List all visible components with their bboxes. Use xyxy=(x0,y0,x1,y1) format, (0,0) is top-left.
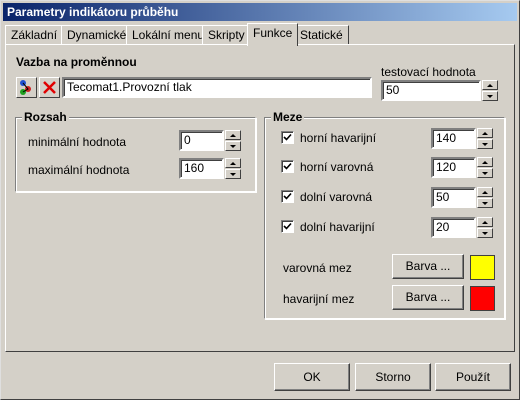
spin-down-button[interactable] xyxy=(477,228,493,238)
variable-field[interactable]: Tecomat1.Provozní tlak xyxy=(62,77,372,98)
tab-staticke[interactable]: Statické xyxy=(294,25,349,45)
dialog-window: Parametry indikátoru průběhu Základní Dy… xyxy=(0,0,520,400)
range-group-title: Rozsah xyxy=(22,110,69,124)
variable-picker-icon xyxy=(20,80,31,95)
test-value-label: testovací hodnota xyxy=(381,65,476,79)
ok-button[interactable]: OK xyxy=(274,363,350,391)
tab-funkce[interactable]: Funkce xyxy=(247,23,299,46)
min-value-label: minimální hodnota xyxy=(28,135,127,149)
tab-panel-funkce: Vazba na proměnnou Tecomat1.Provozní tla… xyxy=(5,44,515,352)
upper-alarm-label: horní havarijní xyxy=(300,131,377,145)
test-value-input[interactable]: 50 xyxy=(381,80,481,101)
spin-up-button[interactable] xyxy=(477,187,493,197)
spin-down-button[interactable] xyxy=(225,141,241,151)
apply-button[interactable]: Použít xyxy=(435,363,511,391)
limits-group: Meze horní havarijní 140 horní varovná 1… xyxy=(264,110,505,319)
lower-alarm-label: dolní havarijní xyxy=(300,220,375,234)
tab-skripty[interactable]: Skripty xyxy=(202,25,251,45)
variable-picker-button[interactable] xyxy=(16,77,37,98)
spin-down-button[interactable] xyxy=(477,198,493,208)
spin-down-button[interactable] xyxy=(477,139,493,149)
lower-warning-label: dolní varovná xyxy=(300,190,373,204)
spin-up-button[interactable] xyxy=(477,217,493,227)
spin-down-button[interactable] xyxy=(225,169,241,179)
limits-group-title: Meze xyxy=(271,110,305,124)
upper-alarm-spinner[interactable] xyxy=(477,128,493,149)
tab-lokalni-menu[interactable]: Lokální menu xyxy=(126,25,211,45)
max-value-input[interactable]: 160 xyxy=(179,158,224,179)
spin-down-button[interactable] xyxy=(482,91,498,101)
alarm-color-button[interactable]: Barva ... xyxy=(392,285,464,310)
lower-alarm-checkbox[interactable] xyxy=(281,220,294,233)
lower-warning-input[interactable]: 50 xyxy=(431,187,476,208)
cancel-button[interactable]: Storno xyxy=(355,363,431,391)
lower-warning-checkbox[interactable] xyxy=(281,190,294,203)
binding-label: Vazba na proměnnou xyxy=(16,55,137,69)
warning-color-swatch xyxy=(470,255,495,280)
upper-warning-label: horní varovná xyxy=(300,160,374,174)
warning-color-label: varovná mez xyxy=(283,261,352,275)
max-value-label: maximální hodnota xyxy=(28,163,130,177)
checkmark-icon xyxy=(283,162,292,170)
lower-alarm-spinner[interactable] xyxy=(477,217,493,238)
alarm-color-label: havarijní mez xyxy=(283,292,355,306)
spin-up-button[interactable] xyxy=(477,157,493,167)
spin-up-button[interactable] xyxy=(225,130,241,140)
upper-alarm-input[interactable]: 140 xyxy=(431,128,476,149)
test-value-spinner[interactable] xyxy=(482,80,498,101)
spin-up-button[interactable] xyxy=(477,128,493,138)
min-value-spinner[interactable] xyxy=(225,130,241,151)
spin-down-button[interactable] xyxy=(477,168,493,178)
spin-up-button[interactable] xyxy=(225,158,241,168)
min-value-input[interactable]: 0 xyxy=(179,130,224,151)
red-x-icon xyxy=(43,81,56,94)
warning-color-button[interactable]: Barva ... xyxy=(392,254,464,279)
checkmark-icon xyxy=(283,192,292,200)
lower-warning-spinner[interactable] xyxy=(477,187,493,208)
alarm-color-swatch xyxy=(470,286,495,311)
tab-zakladni[interactable]: Základní xyxy=(5,25,64,45)
checkmark-icon xyxy=(283,133,292,141)
lower-alarm-input[interactable]: 20 xyxy=(431,217,476,238)
upper-warning-checkbox[interactable] xyxy=(281,160,294,173)
window-title: Parametry indikátoru průběhu xyxy=(3,3,517,21)
range-group: Rozsah minimální hodnota 0 maximální hod… xyxy=(15,110,256,192)
upper-alarm-checkbox[interactable] xyxy=(281,131,294,144)
tab-dynamicke[interactable]: Dynamické xyxy=(61,25,133,45)
clear-variable-button[interactable] xyxy=(39,77,60,98)
max-value-spinner[interactable] xyxy=(225,158,241,179)
upper-warning-spinner[interactable] xyxy=(477,157,493,178)
spin-up-button[interactable] xyxy=(482,80,498,90)
checkmark-icon xyxy=(283,222,292,230)
upper-warning-input[interactable]: 120 xyxy=(431,157,476,178)
